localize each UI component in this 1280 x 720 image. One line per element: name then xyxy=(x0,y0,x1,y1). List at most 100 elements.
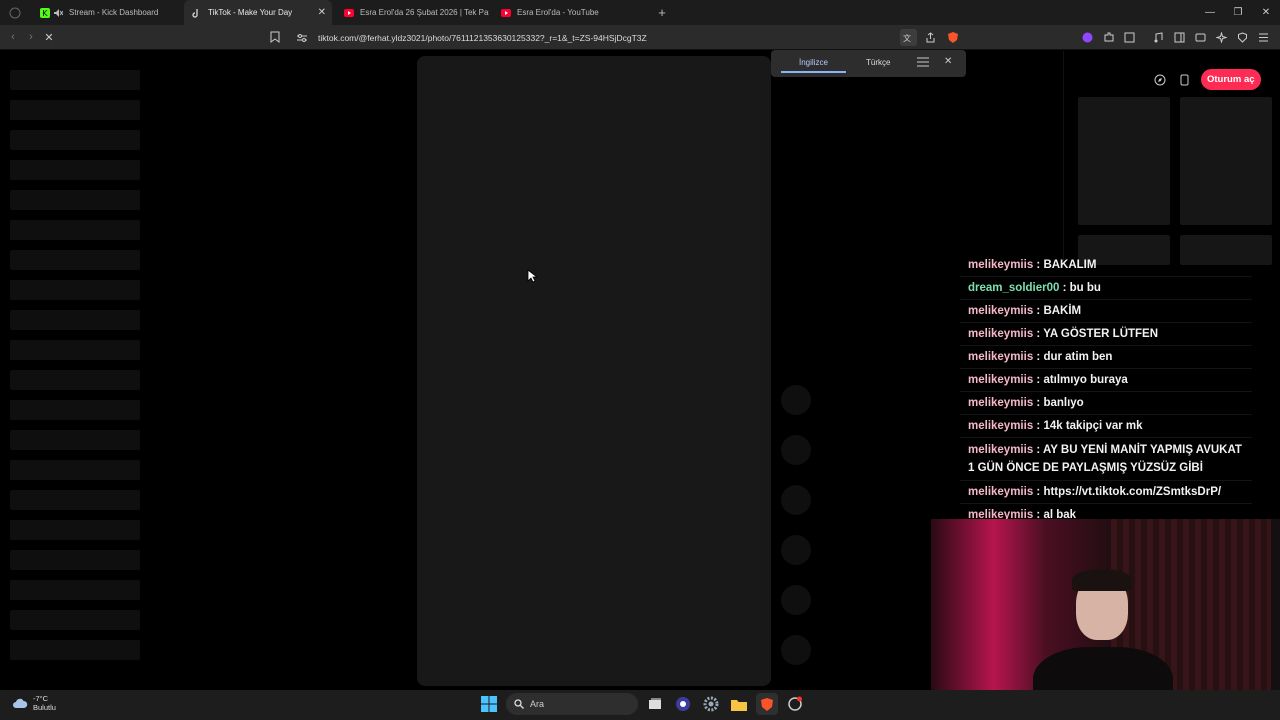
skeleton-row xyxy=(10,70,140,90)
skeleton-row xyxy=(10,430,140,450)
tab-title: Esra Erol'da 26 Şubat 2026 | Tek Parç xyxy=(360,8,489,17)
app-status-icon[interactable] xyxy=(784,693,806,715)
chat-username: melikeymiis xyxy=(968,351,1034,363)
minimize-icon[interactable]: — xyxy=(1196,0,1224,25)
bookmark-icon[interactable] xyxy=(270,30,280,48)
skeleton-row xyxy=(10,340,140,360)
action-circle[interactable] xyxy=(781,435,811,465)
windows-start-icon[interactable] xyxy=(478,693,500,715)
tab-title: TikTok - Make Your Day xyxy=(208,8,293,17)
sidebar-skeleton xyxy=(10,70,140,670)
video-thumbnail-skeleton[interactable] xyxy=(1180,97,1272,225)
tab-title: Esra Erol'da - YouTube xyxy=(517,8,599,17)
tab-menu-icon xyxy=(9,7,21,18)
weather-text: -7°C Bulutlu xyxy=(33,694,56,712)
tab-kick-dashboard[interactable]: K Stream - Kick Dashboard xyxy=(32,0,180,25)
svg-text:文: 文 xyxy=(903,33,911,43)
action-circle[interactable] xyxy=(781,585,811,615)
back-icon[interactable]: ‹ xyxy=(4,31,22,43)
skeleton-row xyxy=(10,550,140,570)
window-controls: — ❐ ✕ xyxy=(1196,0,1280,25)
skeleton-row xyxy=(10,610,140,630)
chat-message: melikeymiis : banlıyo xyxy=(960,392,1252,415)
settings-gear-icon[interactable] xyxy=(700,693,722,715)
action-circle[interactable] xyxy=(781,485,811,515)
skeleton-row xyxy=(10,190,140,210)
youtube-icon xyxy=(501,8,511,18)
vpn-shield-icon[interactable] xyxy=(1234,29,1251,46)
menu-icon[interactable] xyxy=(1255,29,1272,46)
chat-message: melikeymiis : BAKİM xyxy=(960,300,1252,323)
panel-divider xyxy=(1063,51,1064,261)
skeleton-row xyxy=(10,220,140,240)
chat-message: melikeymiis : atılmıyo buraya xyxy=(960,369,1252,392)
close-translate-icon[interactable]: ✕ xyxy=(944,56,952,67)
chat-message: melikeymiis : dur atim ben xyxy=(960,346,1252,369)
skeleton-row xyxy=(10,400,140,420)
share-icon[interactable] xyxy=(922,29,939,46)
chat-text: : 14k takipçi var mk xyxy=(1033,420,1143,432)
tab-sidebar-toggle[interactable] xyxy=(4,2,26,24)
streaming-app-icon[interactable] xyxy=(672,693,694,715)
maximize-icon[interactable]: ❐ xyxy=(1224,0,1252,25)
kick-icon: K xyxy=(40,7,50,18)
weather-widget[interactable]: -7°C Bulutlu xyxy=(12,694,56,712)
webcam-person-hair xyxy=(1072,569,1132,591)
address-bar-actions: 文 xyxy=(900,29,961,46)
compass-icon[interactable] xyxy=(1153,73,1167,87)
tab-tiktok[interactable]: TikTok - Make Your Day ✕ xyxy=(184,0,332,25)
tab-esra-erol-youtube[interactable]: Esra Erol'da - YouTube xyxy=(493,0,643,25)
skeleton-row xyxy=(10,310,140,330)
taskbar-search[interactable]: Ara xyxy=(506,693,638,715)
file-explorer-icon[interactable] xyxy=(728,693,750,715)
skeleton-row xyxy=(10,580,140,600)
action-circle[interactable] xyxy=(781,385,811,415)
browser-toolbar: ‹ › ✕ tiktok.com/@ferhat.yldz3021/photo/… xyxy=(0,25,1280,50)
translate-icon[interactable]: 文 xyxy=(900,29,917,46)
chat-text: : BAKİM xyxy=(1033,305,1082,317)
post-media-placeholder[interactable] xyxy=(417,56,771,686)
chat-username: dream_soldier00 xyxy=(968,282,1060,294)
chat-username: melikeymiis xyxy=(968,486,1034,498)
extensions-puzzle-icon[interactable] xyxy=(1100,29,1117,46)
leo-ai-icon[interactable] xyxy=(1213,29,1230,46)
task-view-icon[interactable] xyxy=(644,693,666,715)
weather-desc: Bulutlu xyxy=(33,703,56,712)
svg-text:K: K xyxy=(42,9,48,18)
address-bar[interactable]: tiktok.com/@ferhat.yldz3021/photo/761112… xyxy=(290,29,902,46)
chat-message: melikeymiis : BAKALIM xyxy=(960,258,1252,277)
action-bar-skeleton xyxy=(781,385,811,685)
close-tab-icon[interactable]: ✕ xyxy=(318,7,326,18)
browser-right-icons xyxy=(1079,29,1272,46)
target-language-tab[interactable]: Türkçe xyxy=(866,58,890,67)
extension-purple-icon[interactable] xyxy=(1079,29,1096,46)
screenshot-icon[interactable] xyxy=(1121,29,1138,46)
action-circle[interactable] xyxy=(781,535,811,565)
brave-browser-icon[interactable] xyxy=(756,693,778,715)
close-window-icon[interactable]: ✕ xyxy=(1252,0,1280,25)
tab-esra-erol-video[interactable]: Esra Erol'da 26 Şubat 2026 | Tek Parç xyxy=(336,0,489,25)
skeleton-row xyxy=(10,280,140,300)
sidebar-icon[interactable] xyxy=(1171,29,1188,46)
skeleton-row xyxy=(10,370,140,390)
media-icon[interactable] xyxy=(1150,29,1167,46)
wallet-icon[interactable] xyxy=(1192,29,1209,46)
tiktok-icon xyxy=(192,8,202,18)
forward-icon[interactable]: › xyxy=(22,31,40,43)
video-thumbnail-skeleton[interactable] xyxy=(1078,97,1170,225)
search-icon xyxy=(514,699,524,709)
skeleton-row xyxy=(10,130,140,150)
new-tab-button[interactable]: + xyxy=(651,5,673,20)
stop-loading-icon[interactable]: ✕ xyxy=(40,31,58,44)
site-settings-icon[interactable] xyxy=(296,33,308,43)
phone-icon[interactable] xyxy=(1177,73,1191,87)
chat-message: melikeymiis : YA GÖSTER LÜTFEN xyxy=(960,323,1252,346)
source-language-tab[interactable]: İngilizce xyxy=(799,58,828,67)
translate-options-icon[interactable] xyxy=(917,57,929,69)
skeleton-row xyxy=(10,250,140,270)
action-circle[interactable] xyxy=(781,635,811,665)
brave-shields-icon[interactable] xyxy=(944,29,961,46)
mute-icon xyxy=(53,8,63,18)
skeleton-row xyxy=(10,100,140,120)
login-button[interactable]: Oturum aç xyxy=(1201,69,1261,90)
